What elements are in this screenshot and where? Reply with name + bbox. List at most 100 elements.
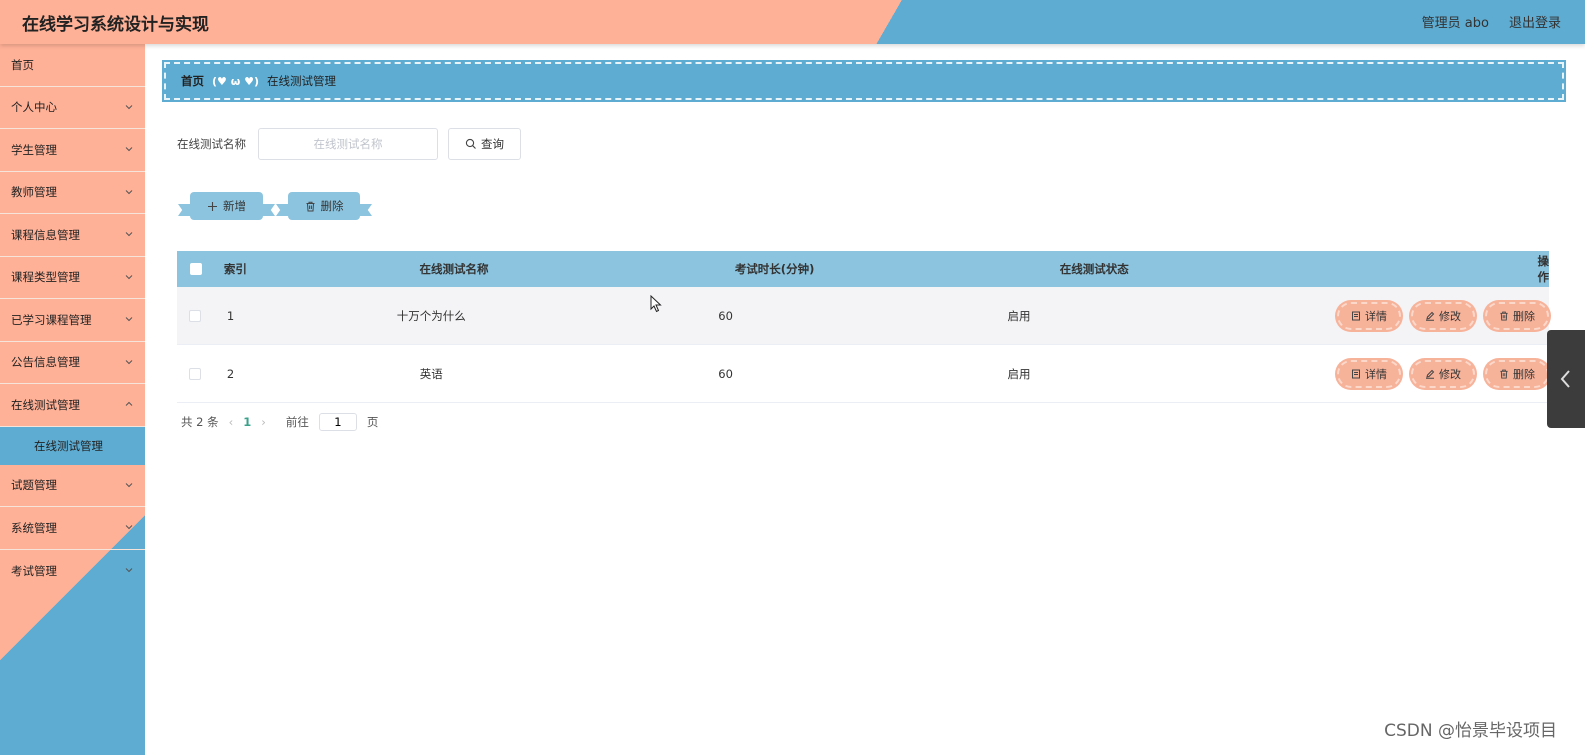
chevron-down-icon — [123, 228, 135, 240]
sidebar-item-label: 课程类型管理 — [11, 270, 80, 285]
pagination: 共 2 条 ‹ 1 › 前往 页 — [181, 413, 378, 431]
search-icon — [465, 138, 477, 150]
delete-button[interactable]: 删除 — [1485, 301, 1549, 330]
chevron-up-icon — [123, 398, 135, 410]
side-panel-toggle[interactable] — [1547, 330, 1585, 428]
delete-button-label: 删除 — [320, 199, 344, 213]
sidebar-item-students[interactable]: 学生管理 — [0, 129, 145, 172]
trash-icon — [1499, 369, 1509, 379]
search-label: 在线测试名称 — [177, 137, 246, 151]
detail-button[interactable]: 详情 — [1337, 359, 1401, 388]
add-button-label: 新增 — [223, 199, 246, 213]
col-header-duration: 考试时长(分钟) — [734, 262, 815, 276]
row-checkbox[interactable] — [188, 367, 201, 380]
document-icon — [1351, 369, 1361, 379]
chevron-down-icon — [123, 313, 135, 325]
cell-index: 2 — [226, 366, 235, 381]
col-header-index: 索引 — [223, 262, 247, 276]
sidebar-item-label: 已学习课程管理 — [11, 312, 92, 327]
breadcrumb-home[interactable]: 首页 — [181, 73, 204, 89]
chevron-down-icon — [123, 479, 135, 491]
goto-suffix: 页 — [366, 415, 379, 429]
cell-index: 1 — [226, 308, 235, 323]
sidebar-item-label: 个人中心 — [11, 100, 57, 115]
add-button[interactable]: 新增 — [190, 192, 263, 220]
sidebar-item-learned-courses[interactable]: 已学习课程管理 — [0, 299, 145, 342]
query-button[interactable]: 查询 — [448, 128, 521, 160]
sidebar-item-personal-center[interactable]: 个人中心 — [0, 87, 145, 129]
delete-button-label: 删除 — [1513, 367, 1535, 381]
app-title: 在线学习系统设计与实现 — [22, 15, 209, 35]
mouse-cursor-icon — [650, 295, 662, 313]
sidebar-menu: 首页 个人中心 学生管理 教师管理 课程信息管理 课程类型管理 已学习课程管理 … — [0, 44, 145, 755]
search-input[interactable] — [258, 128, 438, 160]
cell-ops: 详情 修改 删除 — [1201, 301, 1549, 330]
cell-name: 十万个为什么 — [396, 308, 466, 323]
batch-delete-button[interactable]: 删除 — [288, 192, 360, 220]
sidebar-item-course-info[interactable]: 课程信息管理 — [0, 214, 145, 257]
delete-button[interactable]: 删除 — [1485, 359, 1549, 388]
top-header: 在线学习系统设计与实现 管理员 abo 退出登录 — [0, 0, 1585, 44]
chevron-left-icon — [1559, 368, 1573, 390]
plus-icon — [207, 201, 218, 212]
breadcrumb-separator: (♥ ω ♥) — [212, 74, 259, 88]
sidebar-item-label: 教师管理 — [11, 185, 57, 200]
chevron-down-icon — [123, 521, 135, 533]
goto-prefix: 前往 — [285, 415, 309, 429]
cell-duration: 60 — [718, 308, 733, 323]
detail-button[interactable]: 详情 — [1337, 301, 1401, 330]
sidebar-item-announcements[interactable]: 公告信息管理 — [0, 342, 145, 384]
edit-button[interactable]: 修改 — [1411, 359, 1475, 388]
document-icon — [1351, 311, 1361, 321]
sidebar-item-home[interactable]: 首页 — [0, 44, 145, 87]
next-page-icon[interactable]: › — [261, 415, 266, 429]
cell-duration: 60 — [718, 366, 733, 381]
sidebar-item-label: 首页 — [11, 57, 34, 72]
sidebar-item-system[interactable]: 系统管理 — [0, 507, 145, 550]
trash-icon — [1499, 311, 1509, 321]
sidebar-item-course-type[interactable]: 课程类型管理 — [0, 257, 145, 299]
sidebar-item-label: 考试管理 — [11, 563, 57, 578]
sidebar-item-label: 在线测试管理 — [11, 397, 80, 412]
current-user-label[interactable]: 管理员 abo — [1422, 12, 1489, 31]
sidebar-item-label: 课程信息管理 — [11, 227, 80, 242]
page-number[interactable]: 1 — [243, 415, 251, 429]
edit-button[interactable]: 修改 — [1411, 301, 1475, 330]
detail-button-label: 详情 — [1365, 367, 1387, 381]
query-button-label: 查询 — [481, 137, 504, 151]
chevron-down-icon — [123, 356, 135, 368]
breadcrumb-current: 在线测试管理 — [267, 74, 336, 88]
sidebar-item-questions[interactable]: 试题管理 — [0, 465, 145, 507]
sidebar-item-label: 公告信息管理 — [11, 355, 80, 370]
chevron-down-icon — [123, 271, 135, 283]
trash-icon — [305, 201, 316, 212]
header-user-area: 管理员 abo 退出登录 — [1422, 12, 1561, 31]
table-row: 2 英语 60 启用 详情 修改 删除 — [177, 345, 1549, 403]
chevron-down-icon — [123, 143, 135, 155]
sidebar-item-teachers[interactable]: 教师管理 — [0, 172, 145, 214]
row-checkbox[interactable] — [188, 309, 201, 322]
breadcrumb: 首页 (♥ ω ♥) 在线测试管理 — [162, 60, 1566, 102]
cell-ops: 详情 修改 删除 — [1201, 359, 1549, 388]
goto-page-input[interactable] — [318, 413, 357, 431]
prev-page-icon[interactable]: ‹ — [229, 415, 234, 429]
logout-link[interactable]: 退出登录 — [1509, 12, 1561, 31]
edit-button-label: 修改 — [1439, 309, 1461, 323]
chevron-down-icon — [123, 101, 135, 113]
edit-icon — [1425, 369, 1435, 379]
sidebar-item-exams[interactable]: 考试管理 — [0, 550, 145, 593]
detail-button-label: 详情 — [1365, 309, 1387, 323]
sidebar-item-online-test[interactable]: 在线测试管理 — [0, 384, 145, 427]
delete-button-label: 删除 — [1513, 309, 1535, 323]
edit-button-label: 修改 — [1439, 367, 1461, 381]
watermark: CSDN @怡景毕设项目 — [1384, 721, 1557, 741]
col-header-ops: 操作 — [1537, 254, 1549, 284]
edit-icon — [1425, 311, 1435, 321]
select-all-checkbox[interactable] — [190, 263, 203, 275]
cell-status: 启用 — [1007, 308, 1031, 323]
submenu-item-online-test-manage[interactable]: 在线测试管理 — [0, 426, 145, 465]
col-header-name: 在线测试名称 — [419, 262, 489, 276]
chevron-down-icon — [123, 186, 135, 198]
sidebar-item-label: 系统管理 — [11, 520, 57, 535]
table-row: 1 十万个为什么 60 启用 详情 修改 删除 — [177, 287, 1549, 345]
